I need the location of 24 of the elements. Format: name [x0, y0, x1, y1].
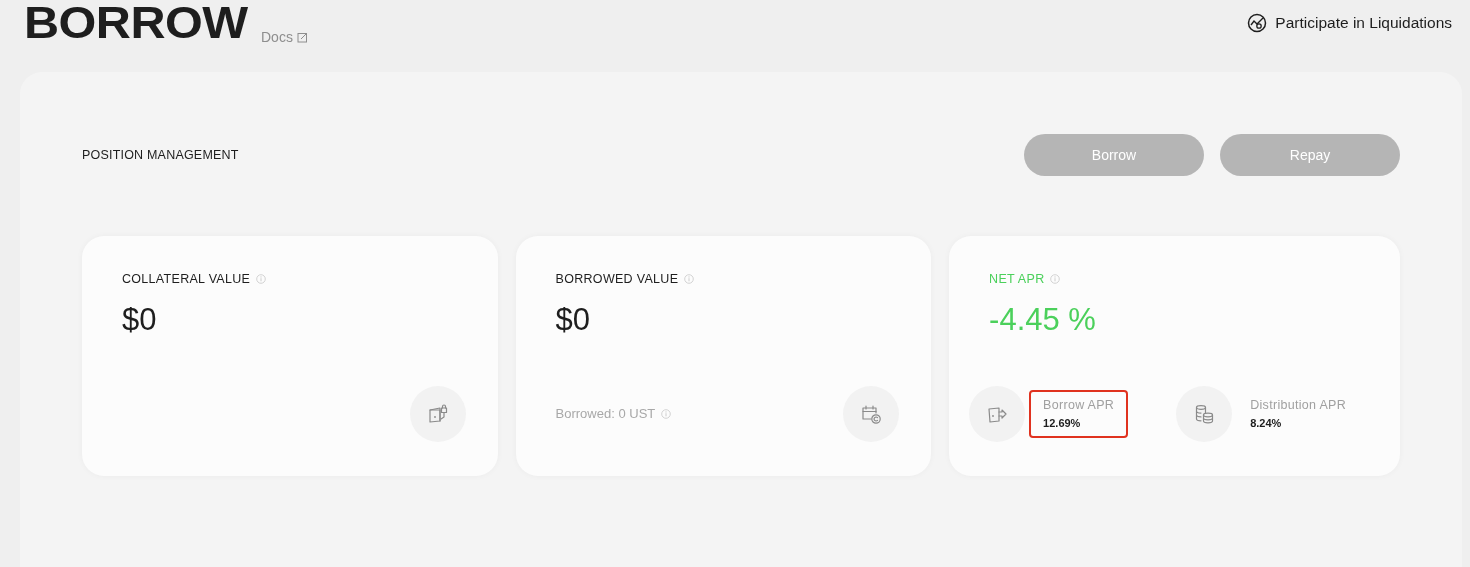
calendar-coin-icon: [860, 403, 883, 425]
borrowed-amount: Borrowed: 0 UST: [555, 405, 656, 424]
stat-label: Borrow APR: [1043, 397, 1115, 415]
card-value: $0: [122, 300, 157, 339]
card-value: $0: [555, 300, 591, 339]
wallet-lock-icon: [426, 403, 449, 425]
stat-value: 8.24%: [1250, 416, 1283, 432]
card-title: COLLATERAL VALUE: [122, 271, 251, 288]
docs-link[interactable]: Docs: [261, 27, 308, 48]
liquidations-link[interactable]: Participate in Liquidations: [1247, 11, 1452, 35]
section-title: POSITION MANAGEMENT: [82, 146, 239, 164]
stat-value: 12.69%: [1043, 416, 1082, 432]
card-value: -4.45 %: [989, 300, 1096, 339]
external-link-icon: [296, 32, 308, 43]
card-title: NET APR: [989, 271, 1045, 288]
info-icon: [661, 409, 672, 419]
stat-label: Distribution APR: [1250, 397, 1346, 415]
chart-circle-icon: [1247, 12, 1268, 33]
coins-icon: [1193, 403, 1216, 425]
info-icon: [256, 274, 267, 285]
page-title: BORROW: [24, 0, 248, 46]
info-icon: [1050, 274, 1061, 285]
card-title: BORROWED VALUE: [555, 271, 679, 288]
info-icon: [684, 274, 695, 285]
